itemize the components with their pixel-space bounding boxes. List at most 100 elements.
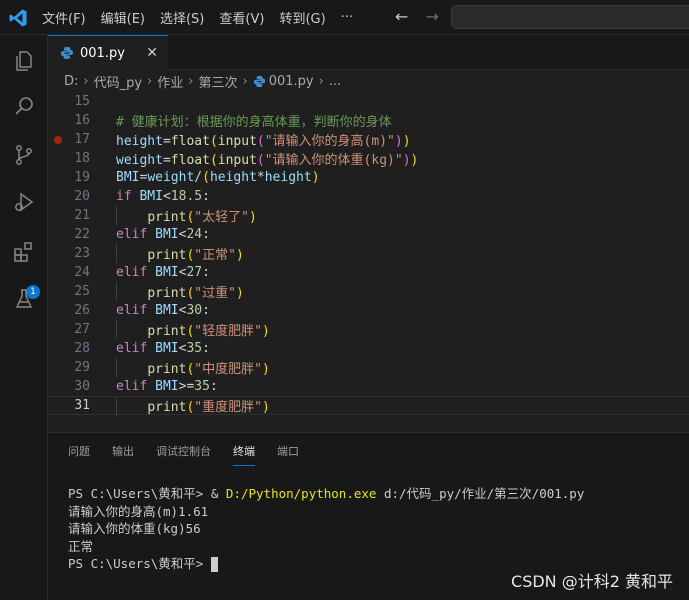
watermark: CSDN @计科2 黄和平 <box>511 572 673 591</box>
line-number: 28 <box>74 341 90 356</box>
indent-guide <box>116 397 117 416</box>
line-number: 21 <box>74 208 90 223</box>
code-line[interactable]: 22 elif BMI<24: <box>48 225 689 244</box>
indent-guide <box>116 206 117 225</box>
code-text: elif BMI<24: <box>116 227 210 242</box>
code-text: BMI=weight/(height*height) <box>116 170 320 185</box>
code-line[interactable]: 21 print("太轻了") <box>48 206 689 225</box>
code-line[interactable]: 29 print("中度肥胖") <box>48 358 689 377</box>
menu-selection[interactable]: 选择(S) <box>160 8 204 27</box>
code-line[interactable]: 24 elif BMI<27: <box>48 263 689 282</box>
code-text: height=float(input("请输入你的身高(m)")) <box>116 134 411 149</box>
code-text: elif BMI>=35: <box>116 379 218 394</box>
line-number: 31 <box>74 398 90 413</box>
line-number: 25 <box>74 284 90 299</box>
menu-go[interactable]: 转到(G) <box>279 8 325 27</box>
terminal-output: 请输入你的体重(kg)56 <box>68 521 201 536</box>
code-line[interactable]: 18 weight=float(input("请输入你的体重(kg)")) <box>48 149 689 168</box>
code-text: print("过重") <box>147 286 244 301</box>
tab-ports[interactable]: 端口 <box>277 443 299 466</box>
editor-tab-bar: 001.py ✕ <box>48 35 689 70</box>
code-text: elif BMI<35: <box>116 341 210 356</box>
terminal-output: 请输入你的身高(m)1.61 <box>68 503 209 519</box>
line-number: 27 <box>74 322 90 337</box>
menu-view[interactable]: 查看(V) <box>219 8 264 27</box>
activity-bar: 1 <box>0 35 48 600</box>
tab-terminal[interactable]: 终端 <box>233 443 255 466</box>
python-file-icon <box>253 75 265 87</box>
terminal-arg: d:/代码_py/作业/第三次/001.py <box>376 486 585 501</box>
testing-flask-icon[interactable] <box>10 285 38 313</box>
tab-problems[interactable]: 问题 <box>68 443 90 466</box>
line-number: 20 <box>74 189 90 204</box>
tab-001-py[interactable]: 001.py ✕ <box>48 35 168 70</box>
title-bar: 文件(F) 编辑(E) 选择(S) 查看(V) 转到(G) ··· ← → <box>0 0 689 35</box>
code-line[interactable]: 26 elif BMI<30: <box>48 301 689 320</box>
code-text: print("轻度肥胖") <box>147 324 270 339</box>
indent-guide <box>116 320 117 339</box>
code-text: print("太轻了") <box>147 210 257 225</box>
code-line[interactable]: 30 elif BMI>=35: <box>48 377 689 396</box>
code-text: if BMI<18.5: <box>116 189 210 204</box>
code-editor[interactable]: 15 16 # 健康计划：根据你的身高体重，判断你的身体 17 height=float… <box>48 92 689 432</box>
breadcrumb-folder-third[interactable]: 第三次 <box>198 72 237 91</box>
terminal-line: PS C:\Users\黄和平> <box>68 555 584 573</box>
forward-arrow-icon[interactable]: → <box>426 7 439 26</box>
code-line[interactable]: 28 elif BMI<35: <box>48 339 689 358</box>
menu-edit[interactable]: 编辑(E) <box>101 8 145 27</box>
code-line[interactable]: 16 # 健康计划：根据你的身高体重，判断你的身体 <box>48 111 689 130</box>
terminal-line: PS C:\Users\黄和平> & D:/Python/python.exe … <box>68 485 584 503</box>
line-number: 17 <box>74 132 90 147</box>
command-center-search[interactable] <box>451 5 689 29</box>
line-number: 18 <box>74 151 90 166</box>
terminal-exe: D:/Python/python.exe <box>225 486 377 501</box>
code-line[interactable]: 31 print("重度肥胖") <box>48 396 689 416</box>
breadcrumb-folder-homework[interactable]: 作业 <box>157 72 183 91</box>
code-line[interactable]: 17 height=float(input("请输入你的身高(m)")) <box>48 130 689 149</box>
code-line[interactable]: 19 BMI=weight/(height*height) <box>48 168 689 187</box>
code-text: # 健康计划：根据你的身高体重，判断你的身体 <box>116 115 392 130</box>
line-number: 24 <box>74 265 90 280</box>
chevron-right-icon: › <box>242 73 248 89</box>
terminal-prompt: PS C:\Users\黄和平> & <box>68 486 226 501</box>
tab-debug-console[interactable]: 调试控制台 <box>156 443 211 466</box>
tab-output[interactable]: 输出 <box>112 443 134 466</box>
code-line[interactable]: 23 print("正常") <box>48 244 689 263</box>
code-line[interactable]: 15 <box>48 92 689 111</box>
code-line[interactable]: 27 print("轻度肥胖") <box>48 320 689 339</box>
run-debug-icon[interactable] <box>10 188 38 216</box>
line-number: 23 <box>74 246 90 261</box>
breadcrumb-file[interactable]: 001.py <box>269 74 314 89</box>
code-line[interactable]: 25 print("过重") <box>48 282 689 301</box>
menu-more[interactable]: ··· <box>341 10 353 25</box>
code-line[interactable]: 20 if BMI<18.5: <box>48 187 689 206</box>
explorer-icon[interactable] <box>10 47 38 75</box>
source-control-icon[interactable] <box>10 141 38 169</box>
breadcrumb-symbol[interactable]: ... <box>329 74 341 89</box>
bottom-panel: 问题 输出 调试控制台 终端 端口 PS C:\Users\黄和平> & D:/… <box>48 432 689 600</box>
menu-bar: 文件(F) 编辑(E) 选择(S) 查看(V) 转到(G) ··· <box>42 0 353 35</box>
terminal-cursor <box>210 557 218 572</box>
breadcrumb-drive[interactable]: D: <box>64 74 78 89</box>
chevron-right-icon: › <box>83 73 89 89</box>
terminal[interactable]: PS C:\Users\黄和平> & D:/Python/python.exe … <box>68 485 584 573</box>
search-icon[interactable] <box>10 93 38 121</box>
line-number: 15 <box>74 94 90 109</box>
vscode-logo-icon[interactable] <box>8 8 28 28</box>
breadcrumb-folder-code[interactable]: 代码_py <box>94 72 142 91</box>
code-text: elif BMI<27: <box>116 265 210 280</box>
line-number: 19 <box>74 170 90 185</box>
line-number: 22 <box>74 227 90 242</box>
chevron-right-icon: › <box>318 73 324 89</box>
python-file-icon <box>61 47 73 59</box>
menu-file[interactable]: 文件(F) <box>42 8 86 27</box>
indent-guide <box>116 282 117 301</box>
close-icon[interactable]: ✕ <box>146 45 158 61</box>
terminal-output: 正常 <box>68 538 94 554</box>
line-number: 26 <box>74 303 90 318</box>
extensions-icon[interactable] <box>10 238 38 266</box>
code-text: print("正常") <box>147 248 244 263</box>
indent-guide <box>116 358 117 377</box>
line-number: 30 <box>74 379 90 394</box>
back-arrow-icon[interactable]: ← <box>395 7 408 26</box>
